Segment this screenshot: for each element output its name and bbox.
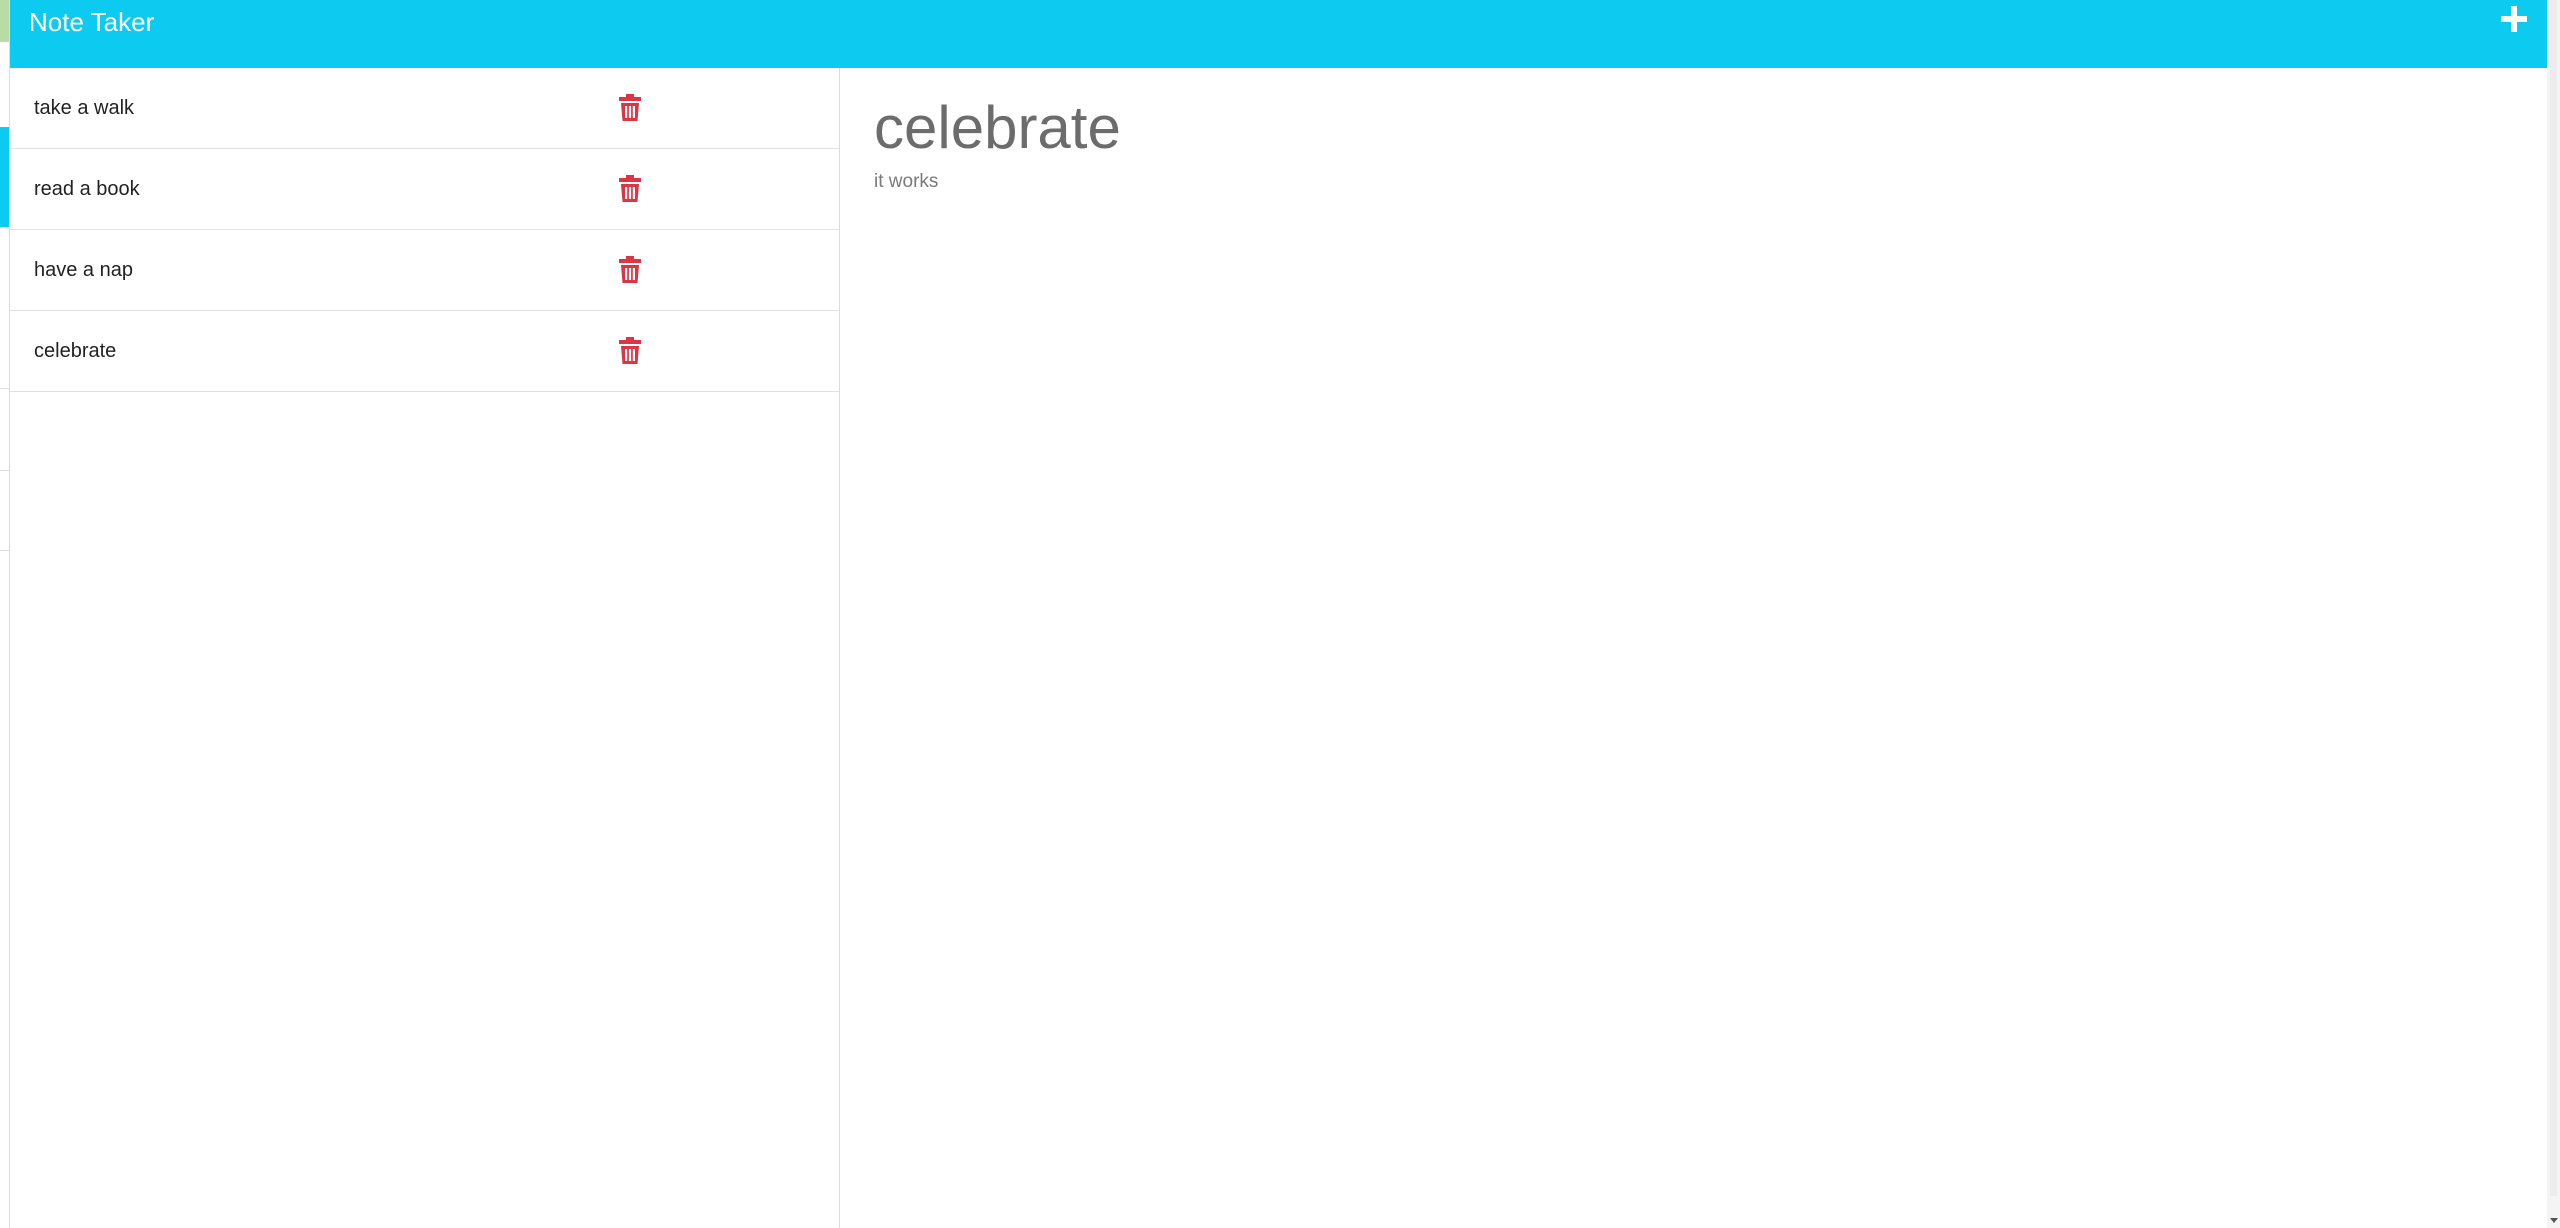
background-divider — [0, 388, 9, 389]
trash-icon[interactable] — [618, 94, 642, 122]
navbar: Note Taker — [10, 0, 2548, 68]
trash-icon[interactable] — [618, 175, 642, 203]
scroll-down-arrow-icon[interactable] — [2550, 1218, 2558, 1223]
list-item[interactable]: have a nap — [10, 230, 839, 311]
scrollbar-thumb[interactable] — [2550, 0, 2557, 1196]
note-title-field[interactable]: celebrate — [874, 88, 1121, 168]
note-title-item[interactable]: celebrate — [34, 339, 116, 363]
list-item[interactable]: take a walk — [10, 68, 839, 149]
background-divider — [0, 550, 9, 551]
note-taker-app: Note Taker take a walk read a book have … — [9, 0, 2548, 1228]
list-item[interactable]: read a book — [10, 149, 839, 230]
note-title-item[interactable]: have a nap — [34, 258, 133, 282]
note-list: take a walk read a book have a nap celeb… — [10, 68, 840, 1228]
app-title[interactable]: Note Taker — [29, 6, 154, 38]
list-item[interactable]: celebrate — [10, 311, 839, 392]
note-detail: celebrate it works — [840, 68, 2548, 1228]
trash-icon[interactable] — [618, 256, 642, 284]
trash-icon[interactable] — [618, 337, 642, 365]
background-divider — [0, 470, 9, 471]
note-title-item[interactable]: read a book — [34, 177, 140, 201]
add-note-button[interactable] — [2496, 2, 2532, 38]
note-title-item[interactable]: take a walk — [34, 96, 134, 120]
background-strip — [0, 127, 9, 227]
vertical-scrollbar[interactable] — [2547, 0, 2560, 1228]
note-text-field[interactable]: it works — [874, 170, 938, 194]
background-strip — [0, 0, 9, 42]
